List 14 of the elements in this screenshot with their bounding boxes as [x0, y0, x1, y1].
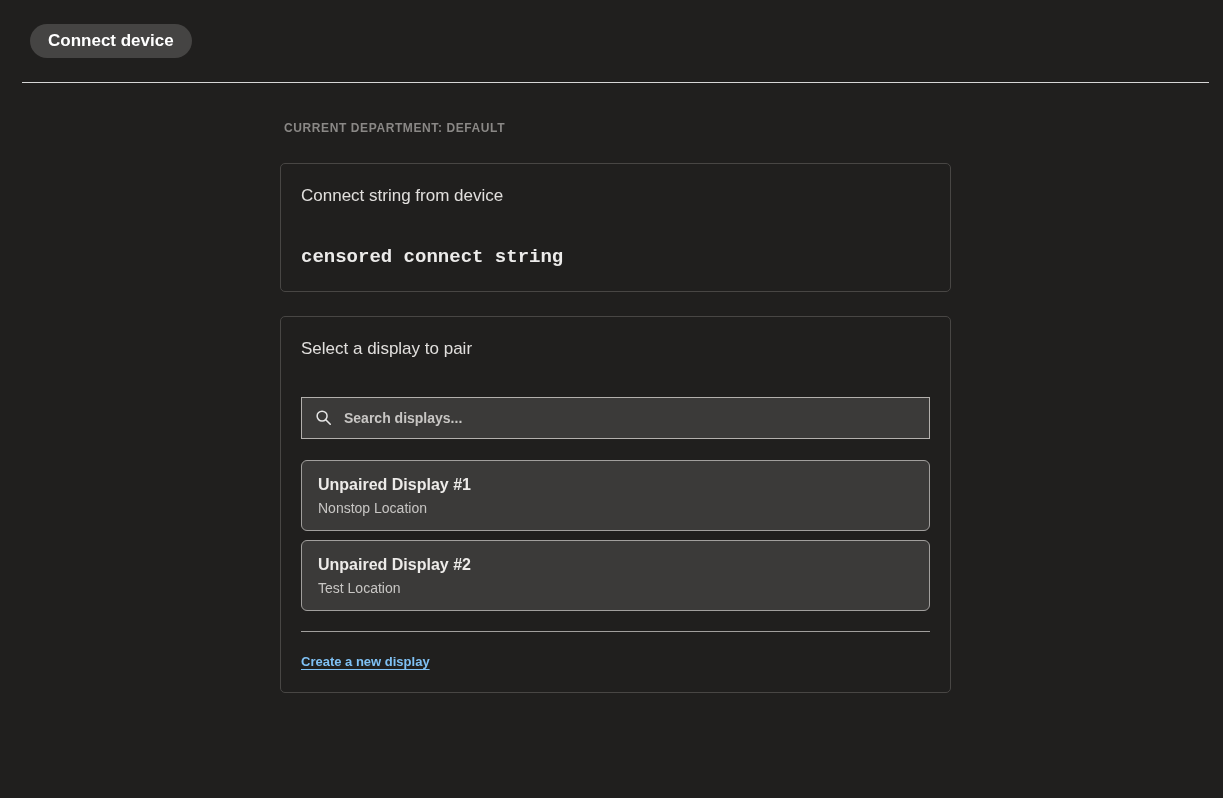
display-item[interactable]: Unpaired Display #1 Nonstop Location — [301, 460, 930, 531]
search-icon — [316, 410, 331, 425]
department-label: CURRENT DEPARTMENT: DEFAULT — [284, 121, 507, 135]
create-display-link[interactable]: Create a new display — [301, 654, 430, 670]
display-name: Unpaired Display #2 — [318, 555, 472, 575]
search-field[interactable]: Search displays... — [301, 397, 930, 439]
display-item[interactable]: Unpaired Display #2 Test Location — [301, 540, 930, 611]
card-title: Connect string from device — [301, 185, 505, 207]
connect-string: censored connect string — [301, 245, 565, 269]
display-location: Test Location — [318, 579, 402, 597]
display-location: Nonstop Location — [318, 499, 428, 517]
display-name: Unpaired Display #1 — [318, 475, 472, 495]
card-title: Select a display to pair — [301, 338, 474, 360]
page-title: Connect device — [30, 24, 192, 58]
